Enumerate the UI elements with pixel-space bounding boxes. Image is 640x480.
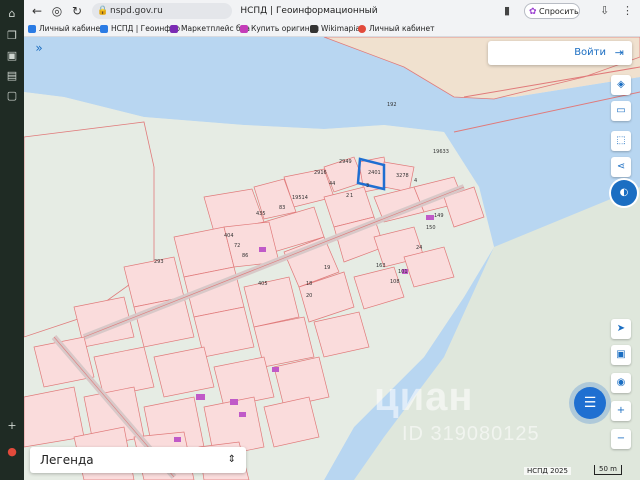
parcel-label: 19514	[292, 195, 308, 201]
ask-button[interactable]: ✿ Спросить	[524, 3, 580, 19]
folder-icon[interactable]: ▣	[6, 50, 18, 62]
login-button[interactable]: Войти ⇥	[488, 41, 632, 65]
parcel-label: 192	[387, 102, 397, 108]
layers-icon[interactable]: ◈	[611, 75, 631, 95]
bookmark-item[interactable]: Купить оригинал	[240, 23, 319, 35]
login-icon: ⇥	[614, 46, 624, 59]
parcel-label: 293	[154, 259, 164, 265]
legend-dropdown[interactable]: Легенда ⇕	[30, 447, 246, 473]
add-icon[interactable]: +	[6, 420, 18, 432]
parcel-label: 2401	[368, 170, 381, 176]
share-icon[interactable]: ⋖	[611, 157, 631, 177]
map-canvas[interactable]: 2949 2916 44 2401 3278 19514 435 83 404 …	[24, 37, 640, 480]
os-taskbar: ⌂ ❐ ▣ ▤ ▢ + ●	[0, 0, 24, 480]
parcel-label: 405	[258, 281, 268, 287]
parcel-label: 101	[398, 269, 408, 275]
parcel-label: 2916	[314, 170, 327, 176]
bookmark-item[interactable]: Wikimapia	[310, 23, 360, 35]
home-icon[interactable]: ⌂	[6, 8, 18, 20]
parcel-label: 2	[346, 193, 349, 199]
ai-icon: ✿	[529, 7, 537, 17]
copy-icon[interactable]: ❐	[6, 30, 18, 42]
parcel-label: 163	[376, 263, 386, 269]
downloads-icon[interactable]: ⇩	[600, 4, 609, 17]
chat-icon[interactable]: ☰	[574, 387, 606, 419]
parcel-label: 86	[242, 253, 248, 259]
parcel-label: 44	[329, 181, 335, 187]
parcel-label: 18	[306, 281, 312, 287]
watermark-id: ID 319080125	[402, 423, 540, 445]
bookmark-item[interactable]: Маркетплейс бра	[170, 23, 250, 35]
cloud-icon	[28, 25, 36, 33]
parcel-label: 149	[434, 213, 444, 219]
parcel-label: 404	[224, 233, 234, 239]
bookmark-item[interactable]: Личный кабинет	[28, 23, 105, 35]
parcel-label: 19	[324, 265, 330, 271]
extensions-icon[interactable]: ⋮	[622, 4, 633, 17]
parcel-label: 108	[390, 279, 400, 285]
bookmark-icon[interactable]: ▮	[504, 4, 510, 17]
browser-toolbar: ← ◎ ↻ 🔒 nspd.gov.ru НСПД | Геоинформацио…	[24, 0, 640, 32]
marketplace-icon	[170, 25, 178, 33]
reload-icon[interactable]: ↻	[70, 4, 84, 18]
parcel-label: 19633	[433, 149, 449, 155]
navigate-icon[interactable]: ➤	[611, 319, 631, 339]
map-attribution: НСПД 2025	[524, 467, 571, 475]
parcel-label: 72	[234, 243, 240, 249]
minimap-icon[interactable]: ▣	[611, 345, 631, 365]
screen-icon[interactable]: ▢	[6, 90, 18, 102]
parcel-label: 435	[256, 211, 266, 217]
location-icon[interactable]: ◉	[611, 373, 631, 393]
bookmarks-bar: Личный кабинет НСПД | Геоинфор Маркетпле…	[24, 22, 640, 37]
alice-icon[interactable]: ●	[6, 446, 18, 458]
cloud-icon	[100, 25, 108, 33]
expand-panel-icon[interactable]: »	[32, 41, 46, 55]
parcel-label: 3278	[396, 173, 409, 179]
window-icon[interactable]: ▤	[6, 70, 18, 82]
map-svg: 2949 2916 44 2401 3278 19514 435 83 404 …	[24, 37, 640, 480]
bookmark-item[interactable]: НСПД | Геоинфор	[100, 23, 180, 35]
lock-icon: 🔒	[97, 6, 109, 16]
zoom-in-icon[interactable]: +	[611, 401, 631, 421]
bookmark-item[interactable]: Личный кабинет	[358, 23, 435, 35]
zoom-out-icon[interactable]: −	[611, 429, 631, 449]
wikimapia-icon	[310, 25, 318, 33]
address-bar[interactable]: 🔒 nspd.gov.ru	[92, 3, 232, 19]
ruler-icon[interactable]: ▭	[611, 101, 631, 121]
shop-icon	[240, 25, 248, 33]
browser-window: ← ◎ ↻ 🔒 nspd.gov.ru НСПД | Геоинформацио…	[24, 0, 640, 480]
watermark-logo: циан	[374, 375, 474, 419]
parcel-label: 24	[416, 245, 422, 251]
legend-label: Легенда	[40, 453, 94, 467]
parcel-label: 4	[414, 178, 417, 184]
ask-label: Спросить	[539, 7, 579, 16]
nspd-logo-icon[interactable]: ◐	[611, 180, 637, 206]
chevron-updown-icon: ⇕	[227, 454, 236, 465]
url-text: nspd.gov.ru	[110, 6, 163, 16]
parcel-label: 150	[426, 225, 436, 231]
select-area-icon[interactable]: ⬚	[611, 131, 631, 151]
parcel-label: 3	[366, 183, 369, 189]
shield-icon[interactable]: ◎	[50, 4, 64, 18]
parcel-label: 20	[306, 293, 312, 299]
parcel-label: 83	[279, 205, 285, 211]
scale-bar: 50 m	[594, 465, 622, 475]
back-icon[interactable]: ←	[30, 4, 44, 18]
parcel-label: 1	[350, 193, 353, 199]
profile-icon	[358, 25, 366, 33]
parcel-label: 2949	[339, 159, 352, 165]
login-label: Войти	[574, 47, 606, 58]
